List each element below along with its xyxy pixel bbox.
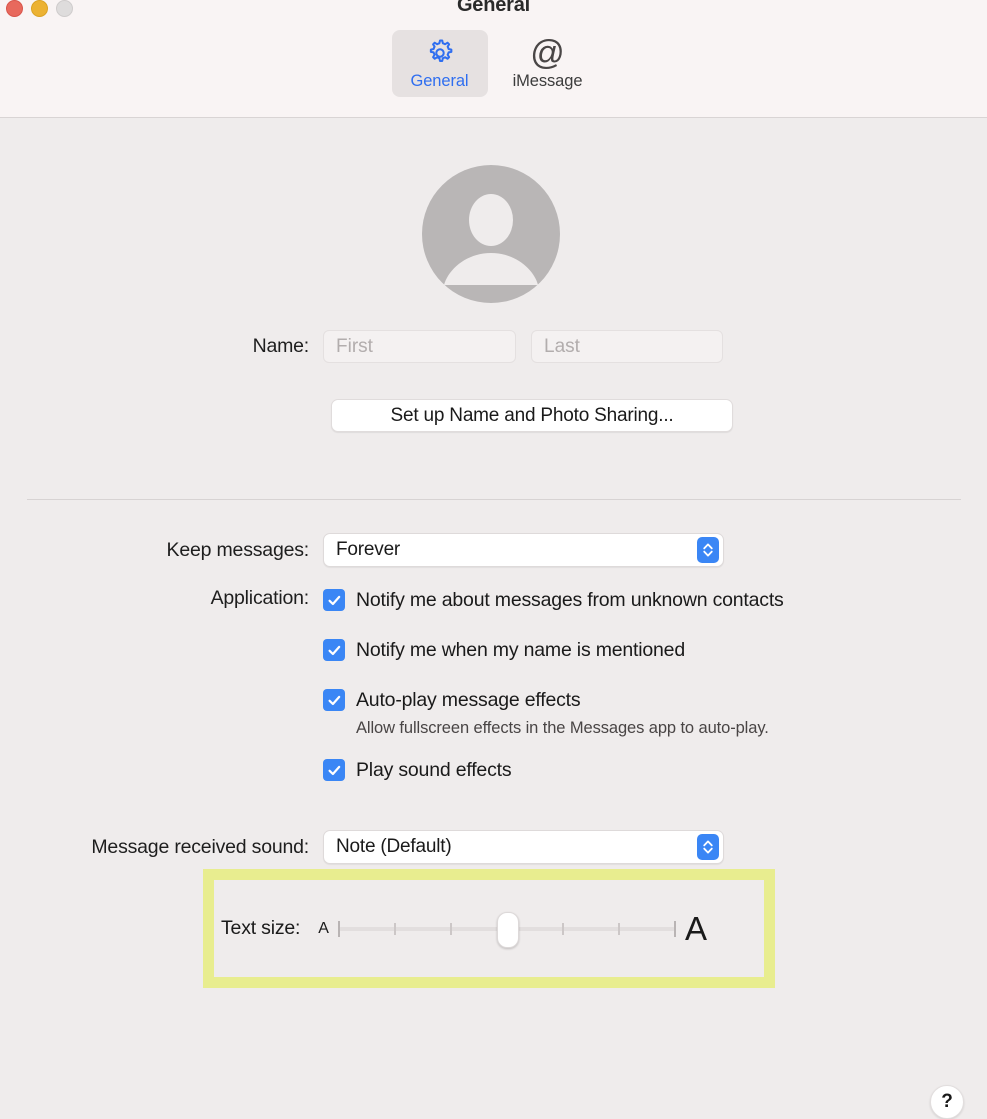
slider-tick-6 (617, 922, 620, 935)
checkbox-unknown-contacts[interactable] (323, 589, 345, 611)
checkbox-row-autoplay-effects[interactable]: Auto-play message effects (323, 686, 784, 714)
message-received-sound-row: Message received sound: Note (Default) (0, 830, 987, 864)
application-label: Application: (210, 587, 310, 609)
preferences-window: General General @ iMessage Name: First L… (0, 0, 987, 1119)
tab-imessage-label: iMessage (512, 72, 583, 90)
checkbox-row-play-sound-effects[interactable]: Play sound effects (323, 756, 784, 784)
autoplay-help-text: Allow fullscreen effects in the Messages… (356, 719, 769, 737)
application-row: Application: Notify me about messages fr… (0, 586, 987, 806)
text-size-row: Text size: A A (203, 869, 775, 988)
slider-tick-5 (561, 922, 564, 935)
text-size-label: Text size: (221, 917, 301, 939)
at-icon: @ (530, 34, 565, 72)
tab-general[interactable]: General (391, 30, 488, 97)
tab-imessage[interactable]: @ iMessage (500, 30, 596, 97)
checkbox-label-unknown-contacts: Notify me about messages from unknown co… (356, 588, 784, 611)
checkmark-icon (328, 645, 340, 655)
text-size-slider[interactable] (337, 911, 676, 948)
checkmark-icon (328, 595, 340, 605)
checkbox-name-mentioned[interactable] (323, 639, 345, 661)
preferences-content: Name: Set up Name and Photo Sharing... K… (0, 118, 987, 1119)
name-row: Name: (0, 330, 987, 363)
large-a-glyph: A (684, 910, 707, 947)
tab-general-label: General (410, 72, 469, 90)
checkbox-play-sound-effects[interactable] (323, 759, 345, 781)
message-received-sound-value: Note (Default) (336, 836, 452, 857)
keep-messages-label: Keep messages: (166, 538, 310, 561)
checkbox-row-unknown-contacts[interactable]: Notify me about messages from unknown co… (323, 586, 784, 614)
first-name-input[interactable] (323, 330, 516, 363)
checkbox-label-name-mentioned: Notify me when my name is mentioned (356, 638, 685, 661)
setup-name-photo-sharing-button[interactable]: Set up Name and Photo Sharing... (331, 399, 733, 432)
message-received-sound-label: Message received sound: (91, 835, 309, 858)
checkmark-icon (328, 765, 340, 775)
keep-messages-value: Forever (336, 539, 401, 560)
slider-tick-1 (337, 920, 340, 937)
slider-thumb[interactable] (496, 911, 519, 948)
keep-messages-popup-button[interactable]: Forever (323, 533, 724, 567)
checkbox-label-play-sound-effects: Play sound effects (356, 758, 512, 781)
slider-tick-7 (673, 920, 676, 937)
window-title: General (456, 0, 531, 16)
application-checkbox-list: Notify me about messages from unknown co… (323, 586, 784, 806)
checkbox-label-autoplay-effects: Auto-play message effects (356, 688, 581, 711)
help-button[interactable]: ? (930, 1085, 964, 1119)
section-divider (27, 499, 961, 500)
message-received-sound-popup-button[interactable]: Note (Default) (323, 830, 724, 864)
checkbox-autoplay-effects[interactable] (323, 689, 345, 711)
chevron-up-down-icon (697, 537, 719, 563)
checkmark-icon (328, 695, 340, 705)
avatar[interactable] (422, 165, 560, 303)
text-size-slider-group: A A (318, 910, 707, 948)
keep-messages-row: Keep messages: Forever (0, 533, 987, 567)
toolbar-tabs: General @ iMessage (391, 30, 596, 97)
small-a-glyph: A (318, 919, 329, 937)
person-placeholder-icon (422, 165, 560, 303)
gear-icon (423, 36, 457, 70)
titlebar: General General @ iMessage (0, 0, 987, 118)
slider-tick-3 (449, 922, 452, 935)
slider-tick-2 (393, 922, 396, 935)
last-name-input[interactable] (531, 330, 723, 363)
checkbox-row-name-mentioned[interactable]: Notify me when my name is mentioned (323, 636, 784, 664)
name-label: Name: (252, 335, 310, 357)
chevron-up-down-icon (697, 834, 719, 860)
